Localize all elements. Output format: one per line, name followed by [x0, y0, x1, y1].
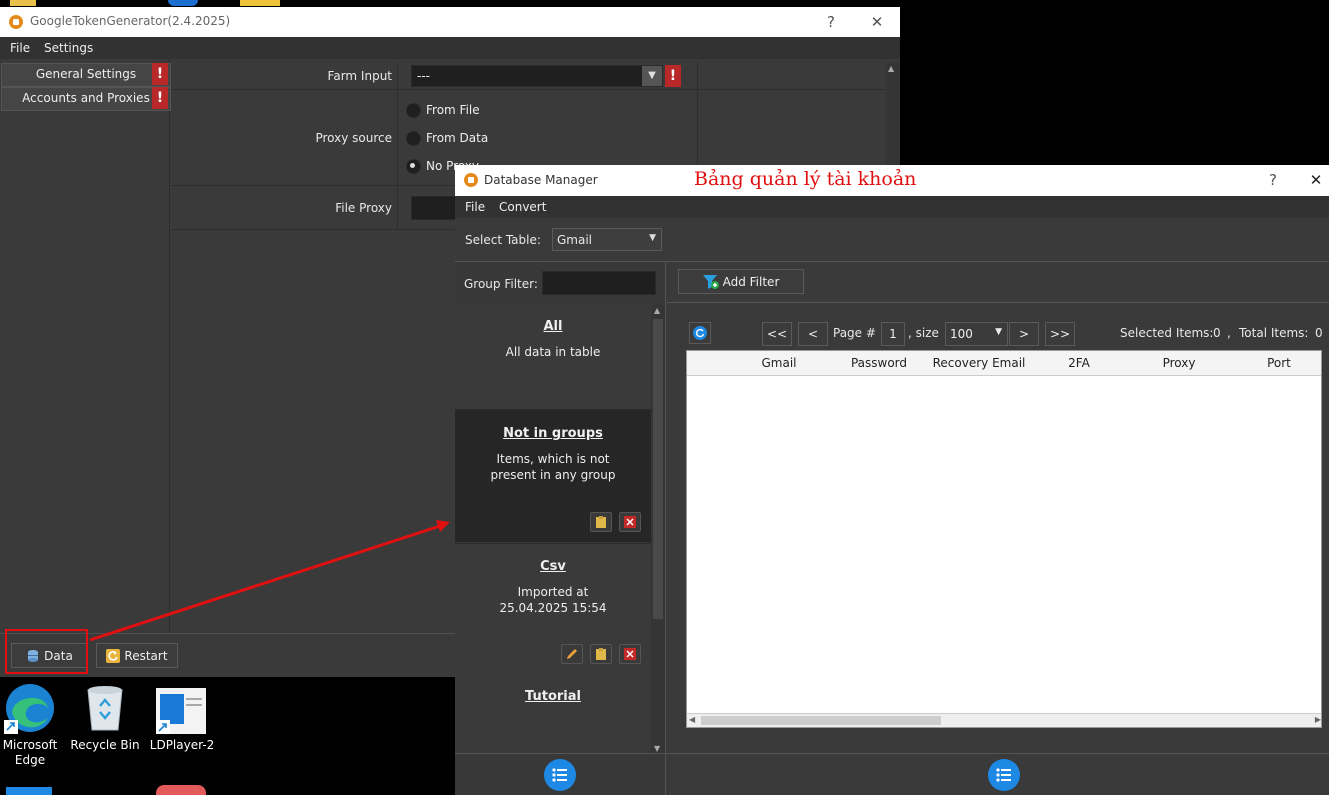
- page-label: Page #: [833, 326, 876, 340]
- select-table-value: Gmail: [557, 233, 593, 247]
- delete-button[interactable]: [619, 644, 641, 664]
- select-table-dropdown[interactable]: Gmail ▼: [552, 228, 662, 251]
- group-not-in-groups-title: Not in groups: [503, 426, 603, 441]
- count-separator: ,: [1227, 326, 1231, 340]
- total-items-count: 0: [1315, 326, 1323, 340]
- clipboard-icon: [596, 648, 606, 660]
- add-filter-label: Add Filter: [722, 274, 780, 289]
- select-table-label: Select Table:: [465, 233, 541, 247]
- data-table[interactable]: Gmail Password Recovery Email 2FA Proxy …: [686, 350, 1322, 728]
- column-header-recovery-email[interactable]: Recovery Email: [929, 351, 1030, 375]
- page-size-value: 100: [950, 327, 973, 341]
- clipboard-button[interactable]: [590, 644, 612, 664]
- group-csv-title: Csv: [540, 559, 566, 574]
- delete-icon: [624, 648, 636, 660]
- divider: [667, 302, 1329, 303]
- group-all-desc: All data in table: [505, 345, 601, 359]
- column-header-proxy[interactable]: Proxy: [1129, 351, 1230, 375]
- group-filter-label: Group Filter:: [464, 277, 538, 291]
- group-tutorial-title: Tutorial: [525, 689, 581, 704]
- annotation-title: Bảng quản lý tài khoản: [694, 168, 917, 190]
- delete-button[interactable]: [619, 512, 641, 532]
- column-header-gmail[interactable]: Gmail: [729, 351, 830, 375]
- divider: [455, 753, 1329, 754]
- database-manager-window: Database Manager Bảng quản lý tài khoản …: [455, 165, 1329, 795]
- menu-convert[interactable]: Convert: [499, 196, 546, 218]
- pagination-bar: << < Page # 1 , size 100 ▼ > >> Selected…: [762, 322, 1323, 346]
- selected-items-count: 0: [1213, 326, 1221, 340]
- total-items-label: Total Items:: [1239, 326, 1309, 340]
- filter-icon: [702, 274, 719, 289]
- selected-items-label: Selected Items:: [1120, 326, 1214, 340]
- column-header-password[interactable]: Password: [829, 351, 930, 375]
- add-filter-button[interactable]: Add Filter: [678, 269, 804, 294]
- last-page-button[interactable]: >>: [1045, 322, 1075, 346]
- table-header: Gmail Password Recovery Email 2FA Proxy …: [687, 351, 1321, 376]
- horizontal-scrollbar[interactable]: ◀ ▶: [687, 713, 1321, 727]
- refresh-button[interactable]: [689, 322, 711, 344]
- list-icon: [996, 768, 1011, 782]
- group-tutorial[interactable]: Tutorial: [455, 674, 651, 754]
- group-list-menu-button[interactable]: [544, 759, 576, 791]
- chevron-down-icon: ▼: [649, 233, 656, 243]
- table-list-menu-button[interactable]: [988, 759, 1020, 791]
- app-logo-icon: [464, 173, 478, 187]
- group-all-title: All: [543, 319, 563, 334]
- first-page-button[interactable]: <<: [762, 322, 792, 346]
- column-header-2fa[interactable]: 2FA: [1029, 351, 1130, 375]
- delete-icon: [624, 516, 636, 528]
- group-not-in-groups-desc: Items, which is not present in any group: [490, 452, 616, 482]
- group-all[interactable]: All All data in table: [455, 305, 651, 410]
- group-csv-desc: Imported at 25.04.2025 15:54: [499, 585, 607, 615]
- refresh-icon: [693, 326, 707, 340]
- clipboard-button[interactable]: [590, 512, 612, 532]
- row-select-header[interactable]: [687, 351, 730, 375]
- group-scrollbar[interactable]: ▲ ▼: [651, 305, 665, 754]
- menu-file[interactable]: File: [465, 196, 485, 218]
- column-header-port[interactable]: Port: [1229, 351, 1321, 375]
- close-button[interactable]: ✕: [1305, 170, 1327, 190]
- scroll-right-icon[interactable]: ▶: [1315, 715, 1321, 724]
- group-filter-input[interactable]: [542, 271, 656, 295]
- list-icon: [552, 768, 567, 782]
- next-page-button[interactable]: >: [1009, 322, 1039, 346]
- scroll-up-icon[interactable]: ▲: [654, 306, 660, 315]
- scroll-down-icon[interactable]: ▼: [654, 744, 660, 753]
- prev-page-button[interactable]: <: [798, 322, 828, 346]
- chevron-down-icon: ▼: [995, 327, 1002, 337]
- scrollbar-thumb[interactable]: [701, 716, 941, 725]
- pencil-icon: [567, 649, 577, 659]
- page-number-input[interactable]: 1: [881, 322, 905, 346]
- scrollbar-thumb[interactable]: [653, 319, 663, 619]
- db-menubar: File Convert: [455, 196, 1329, 218]
- edit-button[interactable]: [561, 644, 583, 664]
- help-button[interactable]: ?: [1263, 170, 1283, 190]
- clipboard-icon: [596, 516, 606, 528]
- scroll-left-icon[interactable]: ◀: [689, 715, 695, 724]
- db-titlebar: Database Manager Bảng quản lý tài khoản …: [455, 165, 1329, 196]
- db-window-title: Database Manager: [484, 173, 598, 187]
- page-size-select[interactable]: 100 ▼: [945, 322, 1008, 346]
- size-label: , size: [908, 326, 939, 340]
